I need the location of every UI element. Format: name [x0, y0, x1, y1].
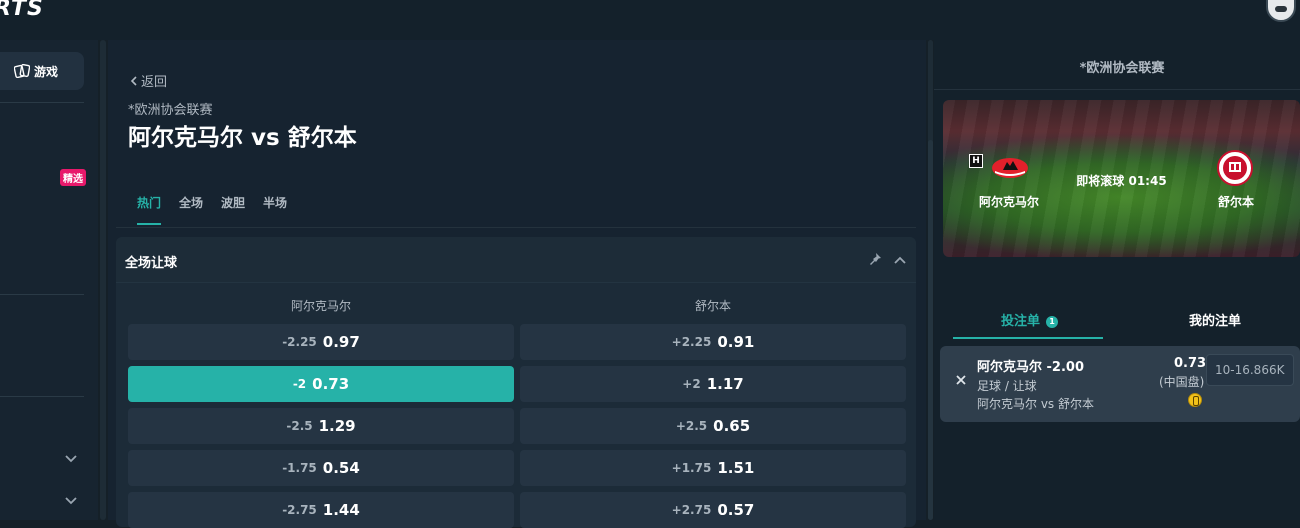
odds-button-away[interactable]: +2.25 0.91: [520, 324, 906, 360]
betslip-tab-label: 投注单: [1001, 314, 1041, 329]
match-detail: 返回 *欧洲协会联赛 阿尔克马尔 vs 舒尔本 热门 全场 波胆 半场 全场让球…: [108, 40, 926, 528]
tab-popular[interactable]: 热门: [128, 188, 170, 225]
sidebar-scrollbar[interactable]: [100, 40, 106, 520]
sidebar-item-label: 游戏: [34, 64, 59, 79]
tab-divider: [116, 227, 916, 228]
handicap-line: -2: [292, 377, 307, 391]
sidebar-item-games[interactable]: 游戏: [0, 52, 84, 90]
tab-half-time[interactable]: 半场: [254, 188, 296, 225]
user-avatar[interactable]: [1266, 0, 1296, 22]
active-tab-indicator: [953, 337, 1103, 339]
odds-button-away[interactable]: +2.75 0.57: [520, 492, 906, 528]
left-sidebar: 游戏 精选: [0, 40, 98, 520]
odds-button-home[interactable]: -2.25 0.97: [128, 324, 514, 360]
handicap-line: -1.75: [282, 461, 317, 475]
odds-price: 0.73: [312, 375, 350, 393]
brand-logo[interactable]: RTS: [0, 0, 44, 21]
close-icon[interactable]: [955, 374, 967, 386]
away-column-header: 舒尔本: [694, 299, 731, 313]
sidebar-divider: [0, 102, 84, 103]
pin-icon[interactable]: [868, 252, 882, 266]
tab-my-bets[interactable]: 我的注单: [1189, 310, 1241, 329]
sidebar-divider: [0, 396, 84, 397]
odds-price: 0.65: [713, 417, 751, 435]
tab-full-time[interactable]: 全场: [170, 188, 212, 225]
odds-price: 1.29: [318, 417, 356, 435]
bet-odds: 0.73: [1174, 356, 1207, 371]
market-tabs: 热门 全场 波胆 半场: [128, 188, 296, 225]
page-title: 阿尔克马尔 vs 舒尔本: [128, 125, 357, 151]
match-countdown: 即将滚球 01:45: [1076, 174, 1167, 188]
handicap-line: +2.25: [671, 335, 712, 349]
odds-button-away[interactable]: +2 1.17: [520, 366, 906, 402]
sidebar-divider: [0, 294, 84, 295]
handicap-line: -2.25: [282, 335, 317, 349]
chevron-down-icon[interactable]: [64, 494, 78, 508]
bet-market: 足球 / 让球: [977, 379, 1037, 393]
odds-price: 1.44: [322, 501, 360, 519]
odds-price: 0.57: [717, 501, 755, 519]
betslip-count-badge: 1: [1046, 315, 1059, 328]
home-team-name: 阿尔克马尔: [979, 195, 1040, 209]
market-title: 全场让球: [125, 256, 178, 271]
odds-price: 0.91: [717, 333, 755, 351]
odds-price: 1.17: [706, 375, 744, 393]
odds-button-home-selected[interactable]: -2 0.73: [128, 366, 514, 402]
odds-button-home[interactable]: -2.5 1.29: [128, 408, 514, 444]
odds-button-home[interactable]: -2.75 1.44: [128, 492, 514, 528]
odds-button-away[interactable]: +1.75 1.51: [520, 450, 906, 486]
back-link[interactable]: 返回: [130, 71, 167, 90]
panel-divider: [934, 89, 1300, 90]
handicap-line: +2.5: [675, 419, 708, 433]
market-header[interactable]: 全场让球: [116, 237, 916, 283]
coin-icon: [1188, 393, 1202, 407]
tab-betslip[interactable]: 投注单 1: [1001, 310, 1059, 329]
handicap-line: +2: [682, 377, 701, 391]
main-scrollbar-thumb[interactable]: [928, 140, 933, 520]
odds-price: 0.54: [322, 459, 360, 477]
odds-type: (中国盘): [1159, 375, 1205, 389]
odds-button-home[interactable]: -1.75 0.54: [128, 450, 514, 486]
handicap-market: 全场让球 阿尔克马尔 舒尔本 -2.25 0.97 +2.25 0.91 -2 …: [116, 237, 916, 528]
cards-icon: [14, 64, 30, 78]
league-name: *欧洲协会联赛: [128, 103, 213, 118]
odds-price: 1.51: [717, 459, 755, 477]
odds-button-away[interactable]: +2.5 0.65: [520, 408, 906, 444]
bet-slip-item: 阿尔克马尔 -2.00 足球 / 让球 阿尔克马尔 vs 舒尔本 0.73 (中…: [940, 346, 1300, 422]
bet-event: 阿尔克马尔 vs 舒尔本: [977, 397, 1094, 411]
handicap-line: -2.75: [282, 503, 317, 517]
right-panel: *欧洲协会联赛 H 即将滚球 01:45 阿尔克马尔 舒尔本 投注单 1 我的注单…: [934, 40, 1300, 520]
away-team-name: 舒尔本: [1218, 195, 1255, 209]
panel-league-name: *欧洲协会联赛: [1079, 61, 1165, 76]
tab-correct-score[interactable]: 波胆: [212, 188, 254, 225]
handicap-line: +2.75: [671, 503, 712, 517]
home-marker: H: [969, 154, 983, 168]
chevron-down-icon[interactable]: [64, 452, 78, 466]
back-label: 返回: [141, 75, 168, 90]
handicap-line: -2.5: [286, 419, 313, 433]
chevron-up-icon[interactable]: [893, 253, 907, 267]
featured-badge: 精选: [60, 169, 86, 186]
betslip-tabs: 投注单 1 我的注单: [953, 300, 1293, 340]
chevron-left-icon: [130, 75, 137, 86]
match-preview-card: H 即将滚球 01:45 阿尔克马尔 舒尔本: [943, 100, 1300, 257]
bet-selection: 阿尔克马尔 -2.00: [977, 360, 1084, 375]
handicap-line: +1.75: [671, 461, 712, 475]
top-bar: RTS: [0, 0, 1300, 40]
home-column-header: 阿尔克马尔: [290, 299, 351, 313]
stake-input[interactable]: 10-16.866K: [1206, 354, 1294, 386]
odds-price: 0.97: [322, 333, 360, 351]
